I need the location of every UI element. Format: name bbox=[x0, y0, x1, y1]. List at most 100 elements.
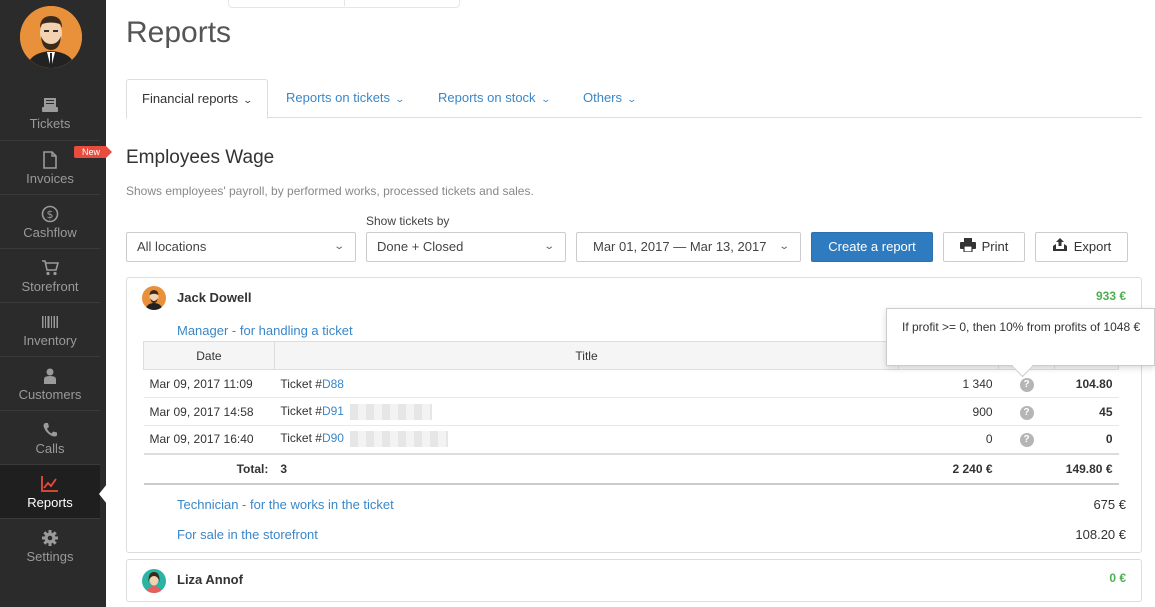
employee-avatar bbox=[142, 286, 166, 310]
chart-icon bbox=[0, 475, 100, 493]
sidebar-item-storefront[interactable]: Storefront bbox=[0, 248, 100, 302]
help-icon[interactable]: ? bbox=[1019, 377, 1034, 392]
total-label: Total: bbox=[143, 452, 275, 485]
employee-name[interactable]: Jack Dowell bbox=[177, 290, 251, 305]
tab-label: Financial reports bbox=[142, 91, 239, 106]
export-button[interactable]: Export bbox=[1035, 232, 1128, 262]
new-badge: New bbox=[74, 146, 113, 158]
sidebar-item-label: Settings bbox=[26, 549, 74, 564]
tab-label: Reports on stock bbox=[438, 90, 536, 105]
column-header-title: Title bbox=[273, 341, 900, 370]
tab-reports-on-tickets[interactable]: Reports on tickets ⌄ bbox=[271, 79, 419, 119]
sidebar-item-cashflow[interactable]: $ Cashflow bbox=[0, 194, 100, 248]
svg-text:$: $ bbox=[47, 208, 54, 221]
employee-total: 0 € bbox=[1109, 571, 1126, 585]
sidebar-item-inventory[interactable]: Inventory bbox=[0, 302, 100, 356]
table-row: Mar 09, 2017 11:09 Ticket #D88 1 340 ? 1… bbox=[143, 369, 1119, 398]
row-profit: 104.80 bbox=[1054, 369, 1119, 398]
chevron-down-icon: ⌄ bbox=[542, 241, 555, 252]
row-info: ? bbox=[998, 425, 1055, 454]
table-row: Mar 09, 2017 16:40 Ticket #D90 0 ? 0 bbox=[143, 425, 1119, 454]
employee-name[interactable]: Liza Annof bbox=[177, 572, 243, 587]
row-amount: 1 340 bbox=[898, 369, 999, 398]
row-amount: 0 bbox=[898, 425, 999, 454]
ticket-icon bbox=[0, 96, 100, 114]
ticket-link[interactable]: D90 bbox=[322, 431, 344, 445]
sidebar-item-label: Inventory bbox=[23, 333, 77, 348]
total-spacer bbox=[998, 452, 1055, 485]
sidebar-item-label: Customers bbox=[18, 387, 82, 402]
user-avatar[interactable] bbox=[20, 6, 82, 68]
row-title: Ticket #D91 bbox=[274, 397, 899, 426]
role-manager-link[interactable]: Manager - for handling a ticket bbox=[177, 323, 353, 338]
tab-others[interactable]: Others ⌄ bbox=[568, 79, 651, 119]
ticket-prefix: Ticket # bbox=[280, 403, 322, 418]
export-icon bbox=[1052, 234, 1068, 262]
section-description: Shows employees' payroll, by performed w… bbox=[126, 184, 534, 198]
printer-icon bbox=[959, 234, 976, 262]
ticket-prefix: Ticket # bbox=[280, 431, 322, 446]
sidebar-item-label: Invoices bbox=[26, 171, 74, 186]
column-header-date: Date bbox=[143, 341, 275, 370]
page-title: Reports bbox=[126, 16, 232, 49]
date-range-select[interactable]: Mar 01, 2017 — Mar 13, 2017 ⌄ bbox=[576, 232, 801, 262]
role-sale-link[interactable]: For sale in the storefront bbox=[177, 527, 318, 542]
tab-reports-on-stock[interactable]: Reports on stock ⌄ bbox=[423, 79, 564, 119]
ticket-link[interactable]: D91 bbox=[322, 404, 344, 418]
row-info: ? bbox=[998, 369, 1055, 398]
row-title: Ticket #D88 bbox=[274, 369, 899, 398]
profit-tooltip: If profit >= 0, then 10% from profits of… bbox=[886, 308, 1155, 366]
sidebar-item-label: Cashflow bbox=[23, 225, 77, 240]
row-date: Mar 09, 2017 16:40 bbox=[143, 425, 275, 454]
gear-icon bbox=[0, 529, 100, 547]
tab-financial-reports[interactable]: Financial reports ⌄ bbox=[126, 79, 268, 119]
sidebar-item-label: Reports bbox=[27, 495, 73, 510]
report-tabs: Financial reports ⌄ Reports on tickets ⌄ R… bbox=[126, 79, 1142, 119]
help-icon[interactable]: ? bbox=[1019, 433, 1034, 448]
chevron-down-icon: ⌄ bbox=[777, 241, 790, 252]
sidebar: Tickets Invoices New $ Cashflow Storefro… bbox=[0, 0, 113, 607]
row-title: Ticket #D90 bbox=[274, 425, 899, 454]
role-technician-link[interactable]: Technician - for the works in the ticket bbox=[177, 497, 394, 512]
tab-label: Others bbox=[583, 90, 623, 105]
employee-card: Liza Annof 0 € bbox=[126, 559, 1142, 602]
sidebar-item-label: Storefront bbox=[21, 279, 79, 294]
sidebar-item-reports[interactable]: Reports bbox=[0, 464, 100, 518]
export-label: Export bbox=[1073, 239, 1112, 254]
dollar-icon: $ bbox=[0, 205, 100, 223]
redacted-text bbox=[349, 431, 448, 448]
sidebar-item-customers[interactable]: Customers bbox=[0, 356, 100, 410]
row-profit: 0 bbox=[1054, 425, 1119, 454]
sidebar-item-label: Calls bbox=[35, 441, 65, 456]
chevron-down-icon: ⌄ bbox=[540, 94, 551, 104]
row-info: ? bbox=[998, 397, 1055, 426]
section-title: Employees Wage bbox=[126, 147, 275, 168]
row-profit: 45 bbox=[1054, 397, 1119, 426]
top-toolbar-stub bbox=[228, 0, 460, 8]
show-tickets-label: Show tickets by bbox=[366, 214, 450, 228]
help-icon[interactable]: ? bbox=[1019, 405, 1034, 420]
employee-avatar bbox=[142, 569, 166, 593]
print-label: Print bbox=[981, 239, 1009, 254]
show-tickets-select[interactable]: Done + Closed ⌄ bbox=[366, 232, 566, 262]
chevron-down-icon: ⌄ bbox=[394, 94, 406, 104]
employee-total: 933 € bbox=[1095, 289, 1126, 303]
select-value: Done + Closed bbox=[377, 239, 464, 254]
table-row: Mar 09, 2017 14:58 Ticket #D91 900 ? 45 bbox=[143, 397, 1119, 426]
sidebar-item-label: Tickets bbox=[29, 116, 71, 131]
total-profit: 149.80 € bbox=[1054, 452, 1119, 485]
sidebar-item-settings[interactable]: Settings bbox=[0, 518, 100, 572]
create-report-button[interactable]: Create a report bbox=[811, 232, 933, 262]
phone-icon bbox=[0, 421, 100, 439]
location-select[interactable]: All locations ⌄ bbox=[126, 232, 356, 262]
ticket-prefix: Ticket # bbox=[280, 376, 322, 391]
user-icon bbox=[0, 367, 100, 385]
print-button[interactable]: Print bbox=[943, 232, 1025, 262]
barcode-icon bbox=[0, 313, 100, 331]
row-amount: 900 bbox=[898, 397, 999, 426]
chevron-down-icon: ⌄ bbox=[242, 95, 254, 105]
total-count: 3 bbox=[274, 452, 899, 485]
ticket-link[interactable]: D88 bbox=[322, 377, 344, 391]
sidebar-item-calls[interactable]: Calls bbox=[0, 410, 100, 464]
sidebar-item-tickets[interactable]: Tickets bbox=[0, 86, 100, 140]
